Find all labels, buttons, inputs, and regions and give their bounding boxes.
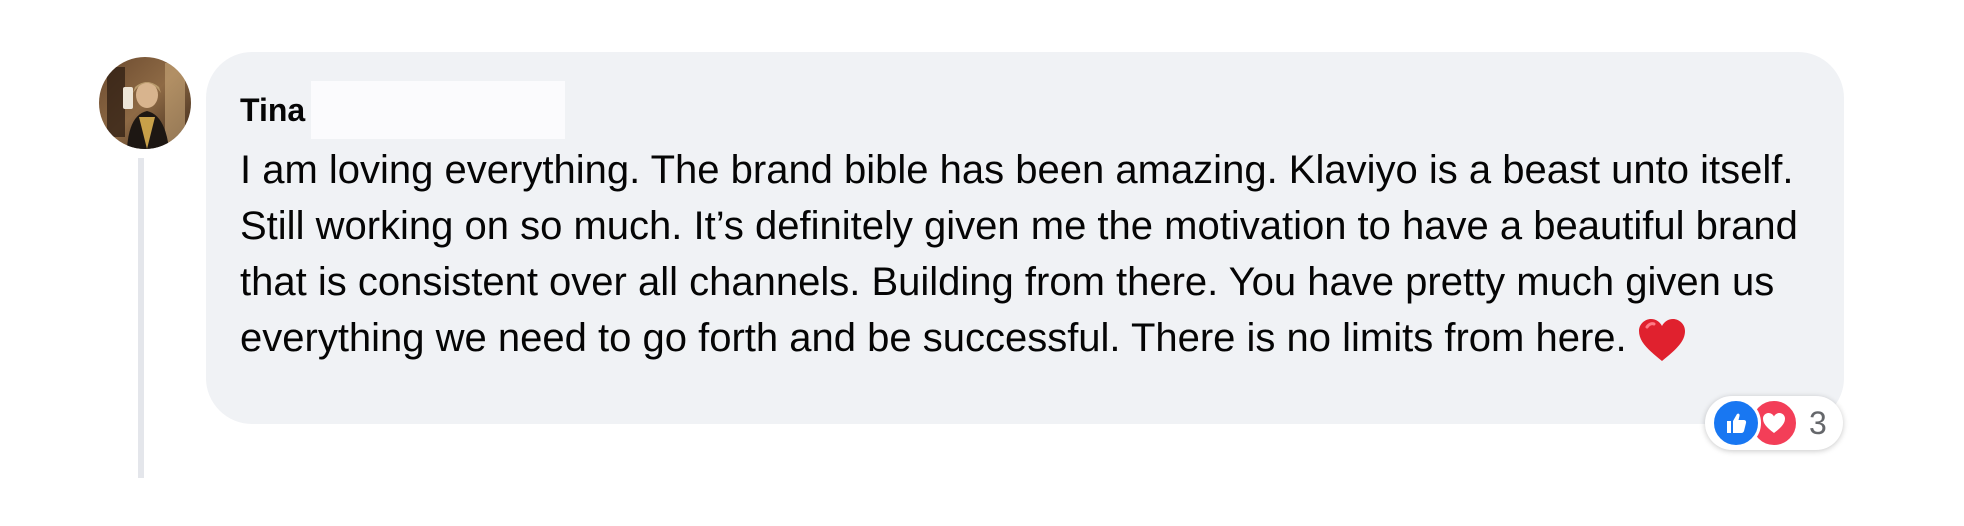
like-icon bbox=[1711, 398, 1761, 448]
comment-text: I am loving everything. The brand bible … bbox=[240, 142, 1820, 366]
redacted-surname bbox=[311, 81, 566, 139]
avatar[interactable] bbox=[99, 57, 191, 149]
author-row: Tina bbox=[240, 78, 1810, 142]
heart-emoji bbox=[1638, 319, 1685, 362]
thread-line bbox=[138, 158, 144, 478]
avatar-photo bbox=[99, 57, 191, 149]
comment-bubble: Tina I am loving everything. The brand b… bbox=[206, 52, 1844, 424]
author-name[interactable]: Tina bbox=[240, 90, 305, 130]
comment-body: I am loving everything. The brand bible … bbox=[240, 148, 1798, 360]
reactions-summary[interactable]: 3 bbox=[1705, 396, 1843, 450]
reaction-count: 3 bbox=[1809, 405, 1827, 441]
